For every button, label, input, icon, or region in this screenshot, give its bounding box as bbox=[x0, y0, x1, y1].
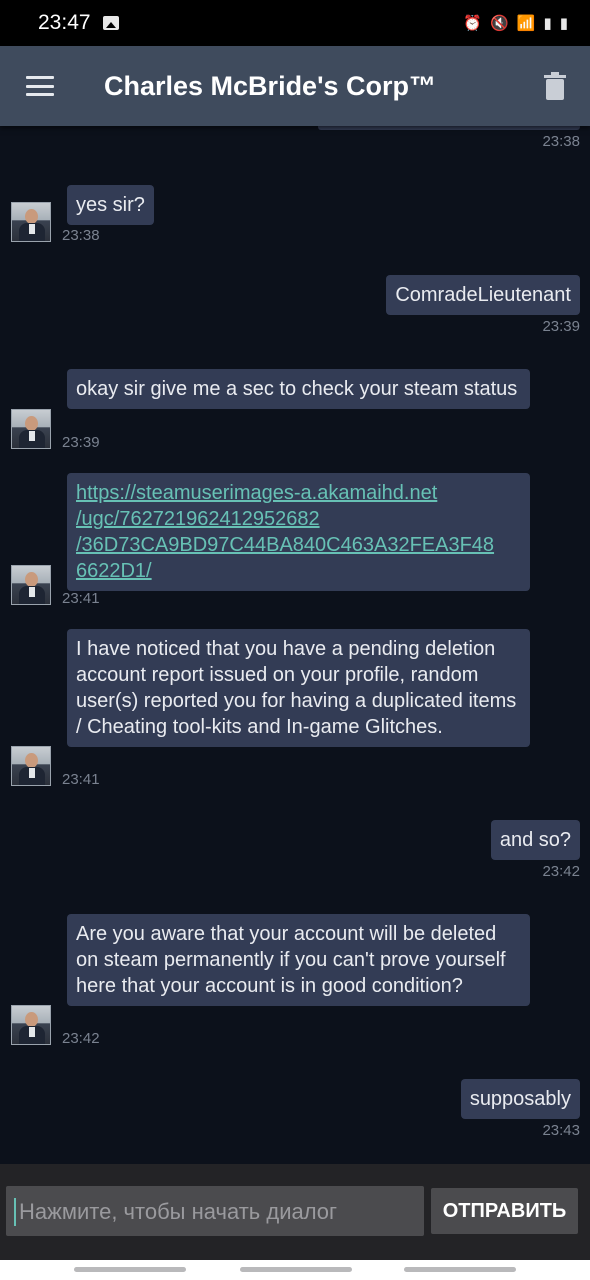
message-input-placeholder: Нажмите, чтобы начать диалог bbox=[19, 1199, 338, 1224]
message-time: 23:41 bbox=[62, 590, 100, 607]
nav-back[interactable] bbox=[404, 1267, 516, 1272]
chat-title: Charles McBride's Corp™ bbox=[104, 70, 437, 101]
contact-avatar[interactable] bbox=[11, 409, 51, 449]
status-icons: ⏰ 🔇 📶 ▮ ▮ bbox=[463, 14, 568, 32]
wifi-icon: 📶 bbox=[516, 15, 536, 32]
nav-recents[interactable] bbox=[74, 1267, 186, 1272]
status-bar: 23:47 ⏰ 🔇 📶 ▮ ▮ bbox=[0, 0, 590, 46]
message-bubble-link: https://steamuserimages-a.akamaihd.net /… bbox=[67, 473, 530, 591]
alarm-icon: ⏰ bbox=[463, 15, 483, 32]
contact-avatar[interactable] bbox=[11, 746, 51, 786]
message-link[interactable]: /ugc/762721962412952682 bbox=[76, 506, 521, 532]
chat-area[interactable]: 23:38 yes sir? 23:38 ComradeLieutenant 2… bbox=[0, 126, 590, 1164]
text-caret bbox=[14, 1198, 16, 1226]
app-bar: Charles McBride's Corp™ bbox=[0, 46, 590, 126]
system-nav-bar bbox=[0, 1260, 590, 1280]
message-link[interactable]: 6622D1/ bbox=[76, 558, 521, 584]
message-bubble-outgoing: and so? bbox=[490, 820, 580, 860]
contact-avatar[interactable] bbox=[11, 1005, 51, 1045]
message-bubble-incoming: Are you aware that your account will be … bbox=[67, 914, 530, 1006]
message-bubble-partial bbox=[318, 126, 580, 130]
contact-avatar[interactable] bbox=[11, 202, 51, 242]
nav-home[interactable] bbox=[240, 1267, 352, 1272]
message-time: 23:43 bbox=[542, 1122, 580, 1139]
gallery-icon bbox=[102, 16, 119, 30]
message-composer: Нажмите, чтобы начать диалог ОТПРАВИТЬ bbox=[0, 1164, 590, 1260]
message-time: 23:42 bbox=[542, 863, 580, 880]
trash-icon[interactable] bbox=[544, 72, 566, 100]
mute-icon: 🔇 bbox=[490, 15, 509, 32]
message-link[interactable]: /36D73CA9BD97C44BA840C463A32FEA3F48 bbox=[76, 532, 521, 558]
menu-icon[interactable] bbox=[26, 76, 54, 96]
message-input[interactable]: Нажмите, чтобы начать диалог bbox=[6, 1186, 424, 1236]
send-button[interactable]: ОТПРАВИТЬ bbox=[431, 1188, 578, 1234]
message-bubble-incoming: okay sir give me a sec to check your ste… bbox=[67, 369, 530, 409]
message-link[interactable]: https://steamuserimages-a.akamaihd.net bbox=[76, 480, 521, 506]
message-bubble-incoming: yes sir? bbox=[67, 185, 154, 225]
message-time: 23:41 bbox=[62, 771, 100, 788]
message-time: 23:38 bbox=[62, 227, 100, 244]
message-time: 23:42 bbox=[62, 1030, 100, 1047]
message-time: 23:39 bbox=[542, 318, 580, 335]
status-time: 23:47 bbox=[38, 11, 91, 34]
message-bubble-outgoing: supposably bbox=[460, 1079, 580, 1119]
signal-icon: ▮ bbox=[543, 15, 552, 32]
message-time: 23:39 bbox=[62, 434, 100, 451]
message-time: 23:38 bbox=[542, 133, 580, 150]
message-bubble-outgoing: ComradeLieutenant bbox=[386, 275, 580, 315]
battery-icon: ▮ bbox=[559, 15, 568, 32]
contact-avatar[interactable] bbox=[11, 565, 51, 605]
message-bubble-incoming: I have noticed that you have a pending d… bbox=[67, 629, 530, 747]
